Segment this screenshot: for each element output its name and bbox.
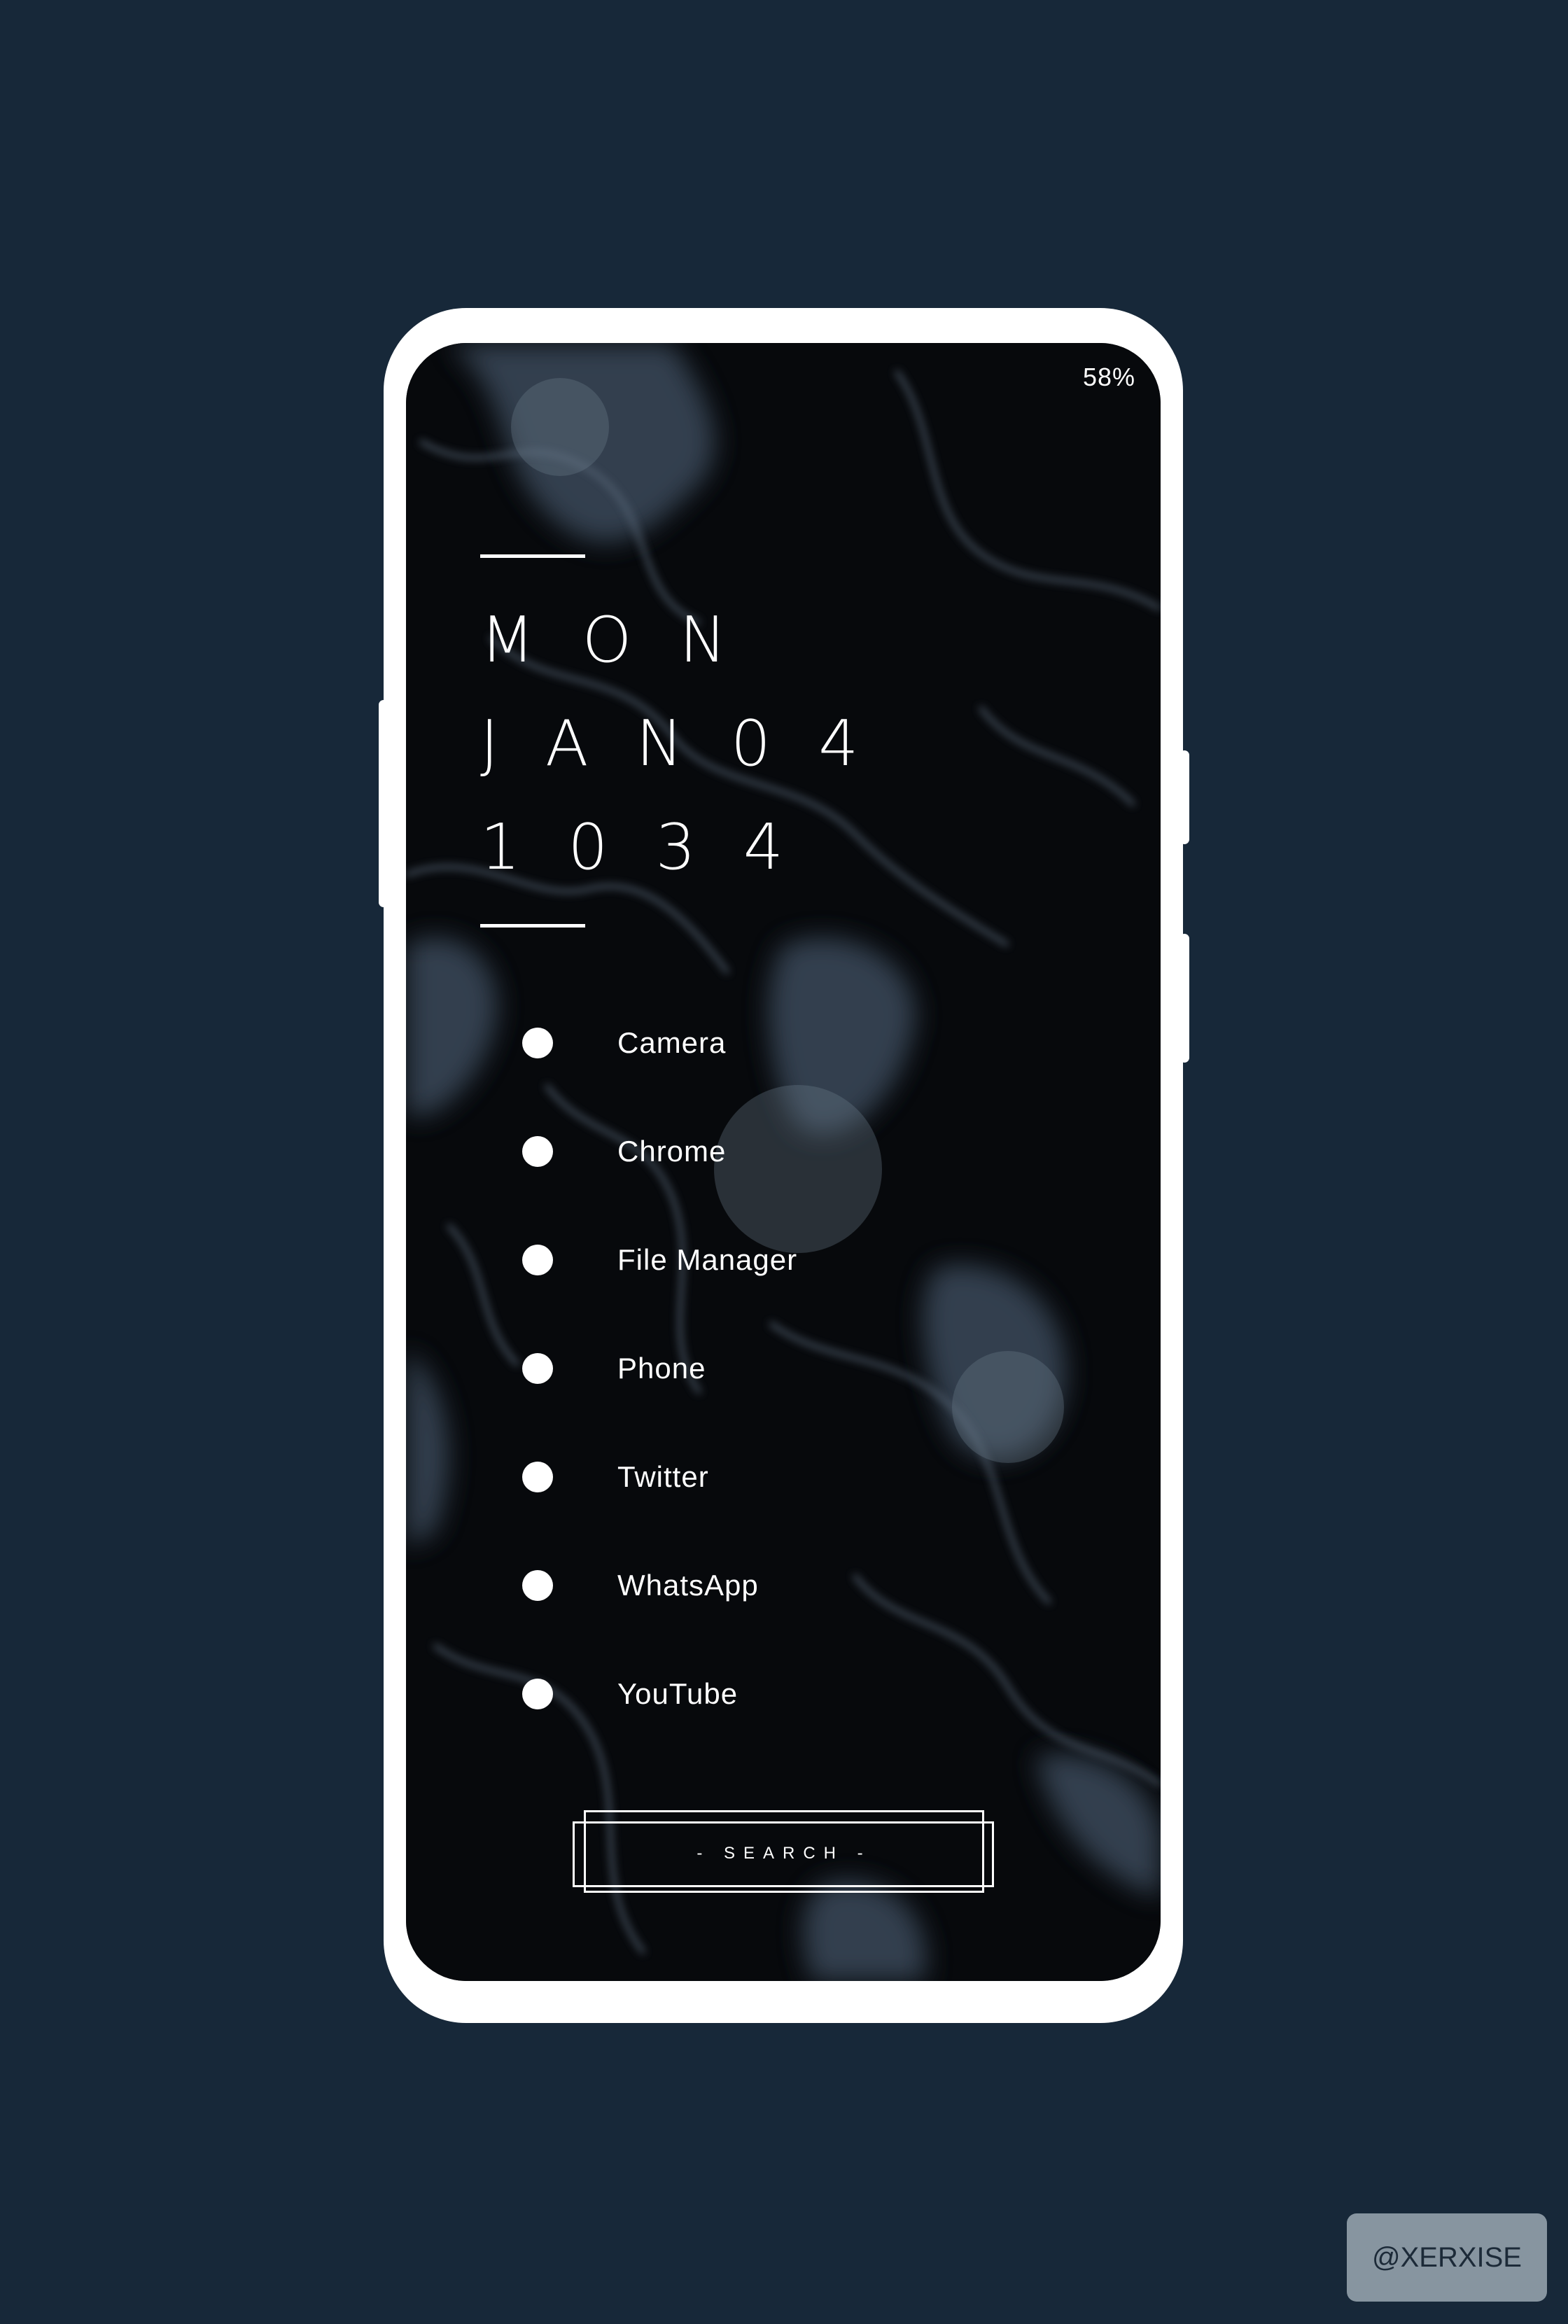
phone-screen: 58% MON JAN04 1034 Camera Chrome File Ma…	[406, 343, 1161, 1981]
divider-bottom	[480, 924, 585, 927]
app-item-whatsapp[interactable]: WhatsApp	[522, 1558, 1012, 1614]
app-label: Camera	[617, 1026, 727, 1059]
divider-top	[480, 554, 585, 558]
bullet-icon	[522, 1353, 553, 1384]
app-label: Twitter	[617, 1460, 709, 1493]
bullet-icon	[522, 1028, 553, 1058]
clock-day: MON	[480, 603, 774, 677]
page-background: 58% MON JAN04 1034 Camera Chrome File Ma…	[0, 0, 1568, 2324]
app-item-twitter[interactable]: Twitter	[522, 1449, 1012, 1505]
bullet-icon	[522, 1679, 553, 1709]
app-label: Chrome	[617, 1135, 727, 1168]
search-label: - SEARCH -	[696, 1844, 872, 1863]
app-label: Phone	[617, 1352, 706, 1385]
watermark-badge: @XERXISE	[1347, 2213, 1547, 2302]
app-label: File Manager	[617, 1243, 798, 1276]
app-label: YouTube	[617, 1677, 738, 1710]
battery-indicator: 58%	[1082, 363, 1135, 391]
bullet-icon	[522, 1245, 553, 1275]
app-item-youtube[interactable]: YouTube	[522, 1666, 1012, 1722]
bullet-icon	[522, 1136, 553, 1167]
app-label: WhatsApp	[617, 1569, 759, 1602]
search-button[interactable]: - SEARCH -	[573, 1810, 995, 1897]
clock-date: JAN04	[480, 707, 906, 780]
app-item-file-manager[interactable]: File Manager	[522, 1232, 1012, 1288]
app-item-chrome[interactable]: Chrome	[522, 1124, 1012, 1180]
app-item-phone[interactable]: Phone	[522, 1340, 1012, 1396]
bullet-icon	[522, 1570, 553, 1601]
bullet-icon	[522, 1462, 553, 1492]
app-item-camera[interactable]: Camera	[522, 1015, 1012, 1071]
clock-time: 1034	[480, 811, 832, 884]
